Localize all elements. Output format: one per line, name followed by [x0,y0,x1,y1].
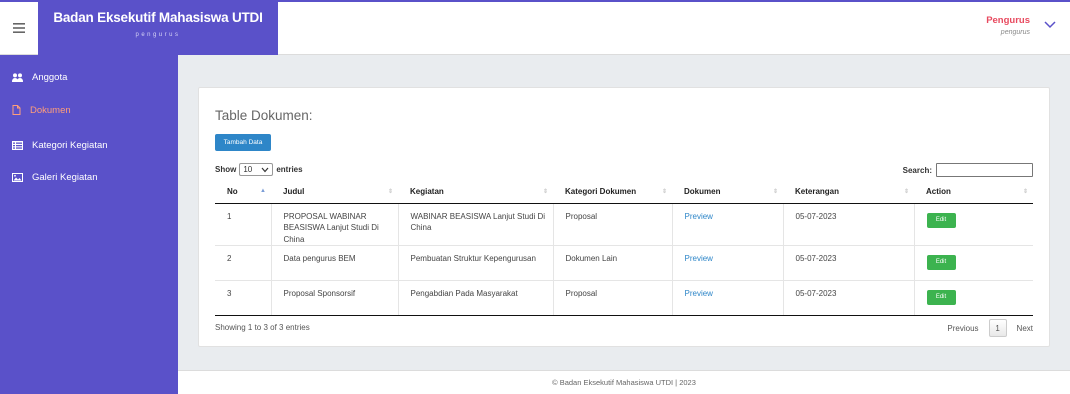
column-header-kategori-dokumen[interactable]: Kategori Dokumen ⇕ [553,180,672,204]
table-info: Showing 1 to 3 of 3 entries [215,323,310,332]
hamburger-icon [13,22,25,33]
length-suffix: entries [276,165,303,174]
document-icon [12,105,21,115]
sidebar: Anggota Dokumen Kategori Kegiatan Galeri… [0,55,178,394]
table-row: 3 Proposal Sponsorsif Pengabdian Pada Ma… [215,280,1033,317]
column-header-keterangan[interactable]: Keterangan ⇕ [783,180,914,204]
chevron-down-icon [261,167,269,172]
sidebar-item-label: Kategori Kegiatan [32,139,108,151]
column-header-label: Dokumen [684,186,721,196]
cell-action: Edit [913,203,1033,247]
cell-kegiatan: Pengabdian Pada Masyarakat [397,280,553,317]
page-title: Table Dokumen: [215,108,313,123]
sidebar-item-label: Galeri Kegiatan [32,171,98,183]
column-header-action[interactable]: Action ⇕ [914,180,1033,204]
documents-card: Table Dokumen: Tambah Data Show 10 entri… [198,87,1050,347]
page-footer: © Badan Eksekutif Mahasiswa UTDI | 2023 [178,370,1070,394]
sidebar-item-galeri-kegiatan[interactable]: Galeri Kegiatan [0,167,178,187]
column-header-label: Kegiatan [410,186,444,196]
cell-keterangan: 05-07-2023 [782,245,914,282]
list-icon [12,140,23,150]
sidebar-item-kategori-kegiatan[interactable]: Kategori Kegiatan [0,135,178,155]
table-header-row: No ▲ Judul ⇕ Kegiatan ⇕ Kategori Dokumen ⇕ D… [215,180,1033,204]
image-icon [12,172,23,182]
cell-keterangan: 05-07-2023 [782,280,914,317]
column-header-label: Kategori Dokumen [565,186,637,196]
top-navbar: Badan Eksekutif Mahasiswa UTDI pengurus … [0,0,1070,55]
search-label: Search: [902,165,932,175]
preview-link[interactable]: Preview [685,289,713,298]
pagination: Previous 1 Next [947,319,1033,337]
sort-icon: ⇕ [903,189,909,195]
cell-action: Edit [913,280,1033,317]
cell-kategori: Dokumen Lain [552,245,672,282]
cell-kategori: Proposal [552,203,672,247]
search-input[interactable] [936,163,1033,177]
pagination-page-1[interactable]: 1 [988,319,1007,337]
cell-no: 2 [215,245,271,282]
entries-select-value: 10 [243,165,253,174]
cell-keterangan: 05-07-2023 [782,203,914,247]
cell-no: 3 [215,280,271,317]
column-header-no[interactable]: No ▲ [215,180,271,204]
chevron-down-icon[interactable] [1044,20,1056,30]
users-icon [12,72,23,82]
column-header-label: Judul [283,186,305,196]
edit-button[interactable]: Edit [926,290,956,306]
edit-button[interactable]: Edit [926,255,956,271]
entries-select[interactable]: 10 [239,163,274,176]
preview-link[interactable]: Preview [685,212,713,221]
sidebar-item-anggota[interactable]: Anggota [0,67,178,87]
sort-icon: ⇕ [1022,189,1028,195]
brand-subtitle: pengurus [135,32,181,38]
column-header-kegiatan[interactable]: Kegiatan ⇕ [398,180,553,204]
column-header-label: Keterangan [795,186,840,196]
column-header-label: No [227,186,238,196]
cell-dokumen: Preview [671,203,783,247]
pagination-previous[interactable]: Previous [947,324,978,333]
table-row: 1 PROPOSAL WABINAR BEASISWA Lanjut Studi… [215,203,1033,247]
user-name: Pengurus [986,15,1030,26]
add-data-button[interactable]: Tambah Data [215,134,271,151]
user-role: pengurus [1000,29,1030,36]
cell-judul: PROPOSAL WABINAR BEASISWA Lanjut Studi D… [270,203,398,247]
column-header-judul[interactable]: Judul ⇕ [271,180,398,204]
brand-title: Badan Eksekutif Mahasiswa UTDI [53,10,263,25]
sort-icon: ⇕ [387,189,393,195]
brand-logo[interactable]: Badan Eksekutif Mahasiswa UTDI pengurus [38,0,278,55]
user-menu[interactable]: Pengurus pengurus [986,15,1030,36]
cell-kegiatan: WABINAR BEASISWA Lanjut Studi Di China [397,203,553,247]
pagination-next[interactable]: Next [1017,324,1033,333]
column-header-dokumen[interactable]: Dokumen ⇕ [672,180,783,204]
cell-kegiatan: Pembuatan Struktur Kepengurusan [397,245,553,282]
documents-table: No ▲ Judul ⇕ Kegiatan ⇕ Kategori Dokumen ⇕ D… [215,180,1033,317]
sort-icon: ⇕ [772,189,778,195]
column-header-label: Action [926,186,951,196]
menu-toggle-button[interactable] [0,0,38,55]
sidebar-item-label: Anggota [32,71,68,83]
cell-dokumen: Preview [671,280,783,317]
cell-kategori: Proposal [552,280,672,317]
cell-action: Edit [913,245,1033,282]
search-control: Search: [903,163,1033,177]
cell-no: 1 [215,203,271,247]
table-row: 2 Data pengurus BEM Pembuatan Struktur K… [215,245,1033,282]
edit-button[interactable]: Edit [926,212,956,228]
entries-length-control: Show 10 entries [215,163,303,176]
cell-judul: Data pengurus BEM [270,245,398,282]
sidebar-item-label: Dokumen [30,104,71,116]
cell-judul: Proposal Sponsorsif [270,280,398,317]
sort-icon: ⇕ [542,189,548,195]
sort-icon: ⇕ [661,189,667,195]
cell-dokumen: Preview [671,245,783,282]
preview-link[interactable]: Preview [685,254,713,263]
sort-ascending-icon: ▲ [260,188,266,194]
length-prefix: Show [215,165,237,174]
sidebar-item-dokumen[interactable]: Dokumen [0,100,178,120]
